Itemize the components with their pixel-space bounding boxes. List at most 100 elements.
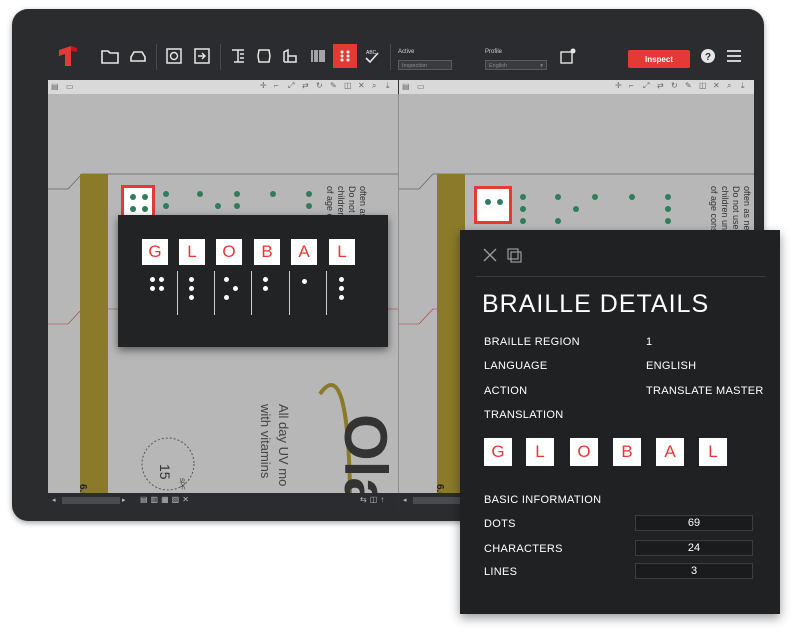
comment-icon[interactable]: ▭ xyxy=(66,82,74,91)
braille-dot xyxy=(263,277,268,282)
spf-label: SPF xyxy=(178,478,184,490)
braille-highlight-box[interactable] xyxy=(474,186,512,224)
right-view-toolbar: ▤ ▭ ✛ ⌐ ⤢ ⇄ ↻ ✎ ◫ ✕ ⌕ ⤓ xyxy=(399,80,754,95)
scroll-right-icon[interactable]: ▸ xyxy=(122,496,126,504)
braille-dot xyxy=(224,277,229,282)
translation-letter-o: O xyxy=(570,438,598,466)
braille-dot xyxy=(520,206,526,212)
braille-dot xyxy=(197,191,203,197)
inspect-button[interactable]: Inspect xyxy=(628,50,690,68)
crop-icon[interactable]: ⌐ xyxy=(274,81,279,90)
product-copy-1: All day UV mo xyxy=(276,404,291,487)
sync-icon[interactable]: ⇄ xyxy=(657,81,664,90)
pen-icon[interactable]: ✎ xyxy=(685,81,692,90)
translation-letter-l2: L xyxy=(699,438,727,466)
braille-cell-divider xyxy=(177,271,178,315)
rotate-icon[interactable]: ↻ xyxy=(671,81,678,90)
braille-cell-divider xyxy=(214,271,215,315)
braille-dot xyxy=(189,286,194,291)
scroll-left-icon[interactable]: ◂ xyxy=(403,496,407,504)
language-label: LANGUAGE xyxy=(484,360,548,372)
braille-cell-divider xyxy=(326,271,327,315)
braille-dot xyxy=(163,191,169,197)
braille-dot xyxy=(150,286,155,291)
active-label: Active xyxy=(398,49,415,55)
print-icon[interactable]: ▤ xyxy=(402,82,410,91)
download-icon[interactable]: ⤓ xyxy=(741,81,745,91)
sync-icon[interactable]: ⇄ xyxy=(302,81,309,90)
braille-dot xyxy=(234,191,240,197)
panel-divider xyxy=(476,276,766,277)
fit-icon[interactable]: ✕ xyxy=(713,81,720,90)
profile-select[interactable]: English ▾ xyxy=(485,60,547,70)
brand-wordmark: Ola xyxy=(332,414,398,493)
print-icon[interactable]: ▤ xyxy=(51,82,59,91)
translation-letter-a: A xyxy=(656,438,684,466)
import-icon[interactable] xyxy=(190,44,214,68)
comment-icon[interactable]: ▭ xyxy=(417,82,425,91)
export-report-icon[interactable] xyxy=(556,44,580,68)
download-icon[interactable]: ⤓ xyxy=(386,81,390,91)
dots-value: 69 xyxy=(635,515,753,531)
left-view-toolbar: ▤ ▭ ✛ ⌐ ⤢ ⇄ ↻ ✎ ◫ ✕ ⌕ ⤓ xyxy=(48,80,398,95)
menu-icon[interactable] xyxy=(722,44,746,68)
copy-icon[interactable] xyxy=(506,247,522,263)
braille-dot xyxy=(339,295,344,300)
spellcheck-icon[interactable]: ABC xyxy=(360,44,384,68)
crosshair-icon[interactable]: ✛ xyxy=(260,81,267,90)
dots-label: DOTS xyxy=(484,518,516,530)
layers-icon[interactable]: ◫ xyxy=(344,81,352,90)
translation-label: TRANSLATION xyxy=(484,409,564,421)
close-icon[interactable] xyxy=(482,247,498,263)
braille-dot xyxy=(189,295,194,300)
braille-dot xyxy=(159,277,164,282)
braille-dot xyxy=(234,203,240,209)
pen-icon[interactable]: ✎ xyxy=(330,81,337,90)
crop-icon[interactable]: ⌐ xyxy=(629,81,634,90)
measure-icon[interactable]: ⤢ xyxy=(643,81,649,91)
fit-icon[interactable]: ✕ xyxy=(358,81,365,90)
braille-dot xyxy=(150,277,155,282)
braille-dot xyxy=(189,277,194,282)
fl-oz-text: 6.0 FL OZ (17 xyxy=(434,484,445,493)
zoom-icon[interactable]: ⌕ xyxy=(372,81,376,91)
lines-value: 3 xyxy=(635,563,753,579)
braille-letter-a: A xyxy=(291,239,317,265)
view-mode-icons[interactable]: ▤▥▦▧✕ xyxy=(140,495,192,504)
barcode-icon[interactable] xyxy=(306,44,330,68)
active-field[interactable]: Inspection xyxy=(398,60,452,70)
zoom-icon[interactable]: ⌕ xyxy=(727,81,731,91)
horizontal-scrollbar[interactable] xyxy=(62,497,120,504)
scanner-icon[interactable] xyxy=(126,44,150,68)
braille-dot xyxy=(130,194,136,200)
help-icon[interactable]: ? xyxy=(696,44,720,68)
braille-dot xyxy=(263,286,268,291)
crosshair-icon[interactable]: ✛ xyxy=(615,81,622,90)
open-folder-icon[interactable] xyxy=(98,44,122,68)
layers-icon[interactable]: ◫ xyxy=(699,81,707,90)
graphics-icon[interactable] xyxy=(252,44,276,68)
braille-dot xyxy=(555,194,561,200)
measure-icon[interactable]: ⤢ xyxy=(288,81,294,91)
toolbar-divider xyxy=(156,44,157,70)
braille-highlight-box[interactable] xyxy=(121,185,155,219)
braille-dot xyxy=(339,286,344,291)
left-status-bar: ◂ ▸ ▤▥▦▧✕ ⇆◫↑ xyxy=(48,493,398,509)
sync-view-icons[interactable]: ⇆◫↑ xyxy=(360,495,387,504)
scroll-left-icon[interactable]: ◂ xyxy=(52,496,56,504)
braille-dot xyxy=(130,206,136,212)
braille-dot xyxy=(142,206,148,212)
braille-dot xyxy=(233,286,238,291)
text-inspect-icon[interactable] xyxy=(226,44,250,68)
braille-cell-divider xyxy=(289,271,290,315)
language-value: ENGLISH xyxy=(646,360,697,372)
color-icon[interactable] xyxy=(278,44,302,68)
braille-icon[interactable] xyxy=(333,44,357,68)
chevron-down-icon: ▾ xyxy=(540,63,543,69)
braille-letter-b: B xyxy=(254,239,280,265)
braille-dot xyxy=(142,194,148,200)
braille-dot xyxy=(215,203,221,209)
braille-letter-l2: L xyxy=(329,239,355,265)
compare-icon[interactable] xyxy=(162,44,186,68)
rotate-icon[interactable]: ↻ xyxy=(316,81,323,90)
